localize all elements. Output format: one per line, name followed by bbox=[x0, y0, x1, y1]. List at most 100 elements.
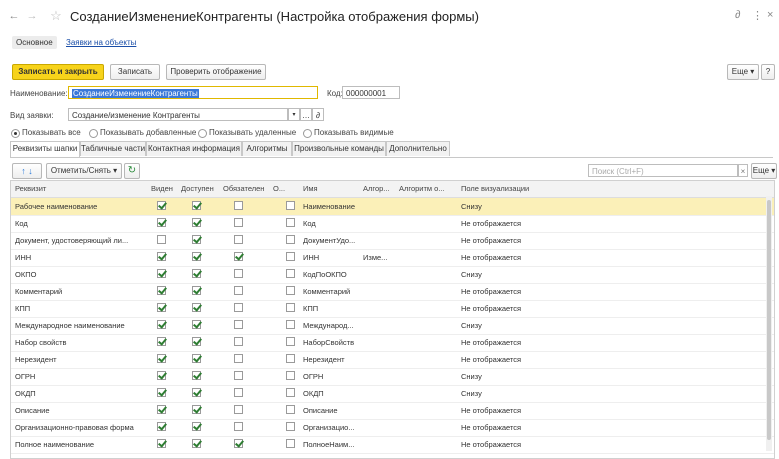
back-arrow-icon[interactable]: ← bbox=[8, 10, 20, 22]
checkbox-available[interactable] bbox=[192, 218, 201, 227]
forward-arrow-icon[interactable]: → bbox=[26, 10, 38, 22]
checkbox-required[interactable] bbox=[234, 371, 243, 380]
request-type-field[interactable]: Создание/изменение Контрагенты bbox=[68, 108, 288, 121]
table-row[interactable]: Описание Описание Не отображается bbox=[11, 402, 774, 420]
col-attribute[interactable]: Реквизит bbox=[15, 184, 145, 193]
checkbox-required[interactable] bbox=[234, 269, 243, 278]
table-row[interactable]: ОГРН ОГРН Снизу bbox=[11, 368, 774, 386]
tab-main[interactable]: Основное bbox=[12, 36, 57, 49]
checkbox-o[interactable] bbox=[286, 286, 295, 295]
checkbox-required[interactable] bbox=[234, 422, 243, 431]
col-available[interactable]: Доступен bbox=[181, 184, 221, 193]
checkbox-available[interactable] bbox=[192, 354, 201, 363]
checkbox-o[interactable] bbox=[286, 422, 295, 431]
checkbox-visible[interactable] bbox=[157, 439, 166, 448]
checkbox-visible[interactable] bbox=[157, 252, 166, 261]
col-algor[interactable]: Алгор... bbox=[363, 184, 397, 193]
checkbox-available[interactable] bbox=[192, 337, 201, 346]
table-row[interactable]: КПП КПП Не отображается bbox=[11, 300, 774, 318]
checkbox-o[interactable] bbox=[286, 439, 295, 448]
checkbox-visible[interactable] bbox=[157, 320, 166, 329]
col-visualization-field[interactable]: Поле визуализации bbox=[461, 184, 581, 193]
checkbox-required[interactable] bbox=[234, 337, 243, 346]
more-menu-icon[interactable]: ⋮ bbox=[752, 9, 763, 22]
checkbox-o[interactable] bbox=[286, 388, 295, 397]
col-algorithm[interactable]: Алгоритм о... bbox=[399, 184, 453, 193]
table-row[interactable]: ИНН ИНН Изме... Не отображается bbox=[11, 249, 774, 267]
checkbox-required[interactable] bbox=[234, 303, 243, 312]
name-field[interactable]: СозданиеИзменениеКонтрагенты bbox=[68, 86, 318, 99]
table-row[interactable]: ОКПО КодПоОКПО Снизу bbox=[11, 266, 774, 284]
checkbox-visible[interactable] bbox=[157, 269, 166, 278]
checkbox-o[interactable] bbox=[286, 252, 295, 261]
checkbox-available[interactable] bbox=[192, 405, 201, 414]
code-field[interactable]: 000000001 bbox=[342, 86, 400, 99]
checkbox-required[interactable] bbox=[234, 405, 243, 414]
table-row[interactable]: Документ, удостоверяющий ли... ДокументУд… bbox=[11, 232, 774, 250]
table-row[interactable]: Код Код Не отображается bbox=[11, 215, 774, 233]
col-name[interactable]: Имя bbox=[303, 184, 359, 193]
checkbox-visible[interactable] bbox=[157, 303, 166, 312]
checkbox-visible[interactable] bbox=[157, 371, 166, 380]
checkbox-o[interactable] bbox=[286, 218, 295, 227]
radio-show-added[interactable] bbox=[89, 129, 98, 138]
checkbox-required[interactable] bbox=[234, 218, 243, 227]
tab-tabular-sections[interactable]: Табличные части bbox=[80, 141, 146, 156]
mark-unmark-button[interactable]: Отметить/Снять ▾ bbox=[46, 163, 122, 179]
checkbox-available[interactable] bbox=[192, 388, 201, 397]
checkbox-o[interactable] bbox=[286, 354, 295, 363]
select-dots-icon[interactable]: … bbox=[300, 108, 312, 121]
clear-search-icon[interactable]: × bbox=[738, 164, 748, 177]
tab-algorithms[interactable]: Алгоритмы bbox=[242, 141, 292, 156]
checkbox-visible[interactable] bbox=[157, 286, 166, 295]
checkbox-available[interactable] bbox=[192, 303, 201, 312]
checkbox-o[interactable] bbox=[286, 371, 295, 380]
table-more-button[interactable]: Еще ▾ bbox=[751, 163, 777, 179]
checkbox-required[interactable] bbox=[234, 439, 243, 448]
table-row[interactable]: Набор свойств НаборСвойств Не отображается bbox=[11, 334, 774, 352]
checkbox-available[interactable] bbox=[192, 422, 201, 431]
checkbox-o[interactable] bbox=[286, 235, 295, 244]
checkbox-visible[interactable] bbox=[157, 422, 166, 431]
checkbox-required[interactable] bbox=[234, 286, 243, 295]
checkbox-available[interactable] bbox=[192, 252, 201, 261]
help-button[interactable]: ? bbox=[761, 64, 775, 80]
tab-contact-info[interactable]: Контактная информация bbox=[146, 141, 242, 156]
checkbox-required[interactable] bbox=[234, 235, 243, 244]
close-icon[interactable]: × bbox=[767, 9, 773, 21]
checkbox-available[interactable] bbox=[192, 269, 201, 278]
checkbox-o[interactable] bbox=[286, 269, 295, 278]
search-input[interactable]: Поиск (Ctrl+F) bbox=[588, 164, 738, 177]
refresh-icon[interactable]: ↻ bbox=[124, 163, 140, 179]
checkbox-o[interactable] bbox=[286, 405, 295, 414]
table-row[interactable]: Международное наименование Международ... С… bbox=[11, 317, 774, 335]
checkbox-required[interactable] bbox=[234, 388, 243, 397]
open-icon[interactable]: ∂ bbox=[312, 108, 324, 121]
checkbox-o[interactable] bbox=[286, 201, 295, 210]
scrollbar-thumb[interactable] bbox=[767, 200, 771, 440]
checkbox-available[interactable] bbox=[192, 286, 201, 295]
checkbox-visible[interactable] bbox=[157, 405, 166, 414]
save-and-close-button[interactable]: Записать и закрыть bbox=[12, 64, 104, 80]
checkbox-o[interactable] bbox=[286, 337, 295, 346]
checkbox-o[interactable] bbox=[286, 320, 295, 329]
table-row[interactable]: ОКДП ОКДП Снизу bbox=[11, 385, 774, 403]
table-row[interactable]: Организационно-правовая форма Организацио… bbox=[11, 419, 774, 437]
checkbox-visible[interactable] bbox=[157, 337, 166, 346]
checkbox-available[interactable] bbox=[192, 201, 201, 210]
dropdown-icon[interactable]: ▾ bbox=[288, 108, 300, 121]
checkbox-visible[interactable] bbox=[157, 218, 166, 227]
checkbox-visible[interactable] bbox=[157, 235, 166, 244]
checkbox-visible[interactable] bbox=[157, 388, 166, 397]
radio-show-visible[interactable] bbox=[303, 129, 312, 138]
check-display-button[interactable]: Проверить отображение bbox=[166, 64, 266, 80]
radio-show-deleted[interactable] bbox=[198, 129, 207, 138]
col-visible[interactable]: Виден bbox=[151, 184, 181, 193]
col-required[interactable]: Обязателен bbox=[223, 184, 271, 193]
checkbox-visible[interactable] bbox=[157, 354, 166, 363]
radio-show-all[interactable] bbox=[11, 129, 20, 138]
checkbox-available[interactable] bbox=[192, 371, 201, 380]
move-up-down-buttons[interactable]: ↑ ↓ bbox=[12, 163, 42, 179]
table-row[interactable]: Комментарий Комментарий Не отображается bbox=[11, 283, 774, 301]
star-icon[interactable]: ☆ bbox=[50, 9, 62, 22]
